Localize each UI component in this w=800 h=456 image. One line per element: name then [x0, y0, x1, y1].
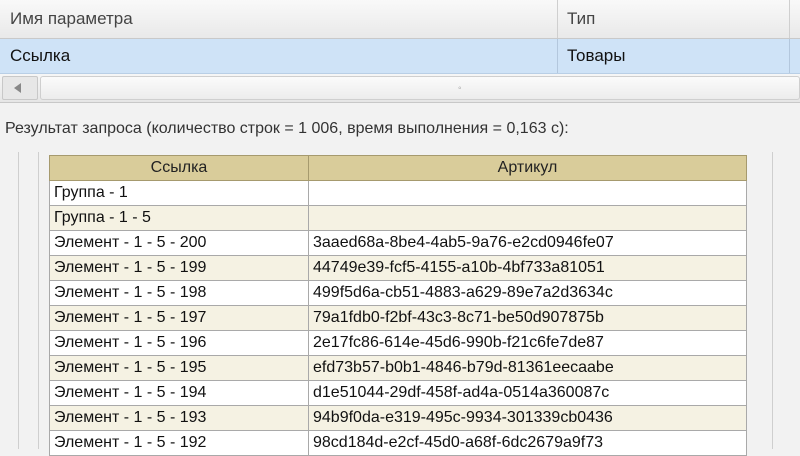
article-cell[interactable]: 3aaed68a-8be4-4ab5-9a76-e2cd0946fe07: [308, 230, 747, 256]
reference-cell[interactable]: Элемент - 1 - 5 - 197: [49, 305, 309, 331]
reference-cell[interactable]: Элемент - 1 - 5 - 198: [49, 280, 309, 306]
article-cell[interactable]: 499f5d6a-cb51-4883-a629-89e7a2d3634c: [308, 280, 747, 306]
table-row[interactable]: Элемент - 1 - 5 - 193 94b9f0da-e319-495c…: [49, 405, 747, 431]
scrollbar-grip-icon: ◦: [458, 83, 462, 94]
parameter-row-selected[interactable]: Ссылка Товары: [0, 39, 800, 74]
article-cell[interactable]: [308, 205, 747, 231]
reference-cell[interactable]: Элемент - 1 - 5 - 196: [49, 330, 309, 356]
horizontal-scrollbar[interactable]: ◦: [0, 74, 800, 102]
table-row[interactable]: Элемент - 1 - 5 - 198 499f5d6a-cb51-4883…: [49, 280, 747, 306]
table-row[interactable]: Элемент - 1 - 5 - 195 efd73b57-b0b1-4846…: [49, 355, 747, 381]
parameters-grid: Имя параметра Тип Ссылка Товары ◦: [0, 0, 800, 103]
table-row[interactable]: Группа - 1 - 5: [49, 205, 747, 231]
article-cell[interactable]: 79a1fdb0-f2bf-43c3-8c71-be50d907875b: [308, 305, 747, 331]
result-header-row: Ссылка Артикул: [49, 155, 747, 181]
column-divider[interactable]: [557, 0, 558, 38]
table-row[interactable]: Элемент - 1 - 5 - 194 d1e51044-29df-458f…: [49, 380, 747, 406]
cell-divider: [557, 39, 558, 73]
table-row[interactable]: Элемент - 1 - 5 - 197 79a1fdb0-f2bf-43c3…: [49, 305, 747, 331]
scrollbar-thumb[interactable]: ◦: [40, 76, 800, 100]
article-cell[interactable]: d1e51044-29df-458f-ad4a-0514a360087c: [308, 380, 747, 406]
column-header-article[interactable]: Артикул: [308, 155, 747, 181]
article-cell[interactable]: efd73b57-b0b1-4846-b79d-81361eecaabe: [308, 355, 747, 381]
parameter-name-cell[interactable]: Ссылка: [10, 39, 70, 73]
table-row[interactable]: Элемент - 1 - 5 - 199 44749e39-fcf5-4155…: [49, 255, 747, 281]
reference-cell[interactable]: Элемент - 1 - 5 - 199: [49, 255, 309, 281]
table-row[interactable]: Элемент - 1 - 5 - 196 2e17fc86-614e-45d6…: [49, 330, 747, 356]
column-header-reference[interactable]: Ссылка: [49, 155, 309, 181]
table-row[interactable]: Элемент - 1 - 5 - 192 98cd184d-e2cf-45d0…: [49, 430, 747, 456]
result-caption: Результат запроса (количество строк = 1 …: [5, 120, 569, 137]
table-row[interactable]: Группа - 1: [49, 180, 747, 206]
reference-cell[interactable]: Элемент - 1 - 5 - 192: [49, 430, 309, 456]
parameter-type-cell[interactable]: Товары: [567, 39, 625, 73]
table-row[interactable]: Элемент - 1 - 5 - 200 3aaed68a-8be4-4ab5…: [49, 230, 747, 256]
frame-line: [18, 152, 19, 449]
cell-divider: [789, 39, 790, 73]
article-cell[interactable]: 44749e39-fcf5-4155-a10b-4bf733a81051: [308, 255, 747, 281]
article-cell[interactable]: 2e17fc86-614e-45d6-990b-f21c6fe7de87: [308, 330, 747, 356]
result-table: Ссылка Артикул Группа - 1 Группа - 1 - 5…: [49, 155, 747, 456]
reference-cell[interactable]: Группа - 1 - 5: [49, 205, 309, 231]
column-header-type[interactable]: Тип: [567, 0, 595, 38]
frame-line: [38, 152, 39, 449]
frame-line: [772, 152, 773, 449]
reference-cell[interactable]: Элемент - 1 - 5 - 195: [49, 355, 309, 381]
reference-cell[interactable]: Элемент - 1 - 5 - 193: [49, 405, 309, 431]
article-cell[interactable]: 94b9f0da-e319-495c-9934-301339cb0436: [308, 405, 747, 431]
parameters-header: Имя параметра Тип: [0, 0, 800, 39]
scroll-left-button[interactable]: [2, 76, 38, 100]
reference-cell[interactable]: Элемент - 1 - 5 - 194: [49, 380, 309, 406]
reference-cell[interactable]: Элемент - 1 - 5 - 200: [49, 230, 309, 256]
column-divider[interactable]: [789, 0, 790, 38]
reference-cell[interactable]: Группа - 1: [49, 180, 309, 206]
article-cell[interactable]: [308, 180, 747, 206]
article-cell[interactable]: 98cd184d-e2cf-45d0-a68f-6dc2679a9f73: [308, 430, 747, 456]
column-header-parameter-name[interactable]: Имя параметра: [10, 0, 133, 38]
